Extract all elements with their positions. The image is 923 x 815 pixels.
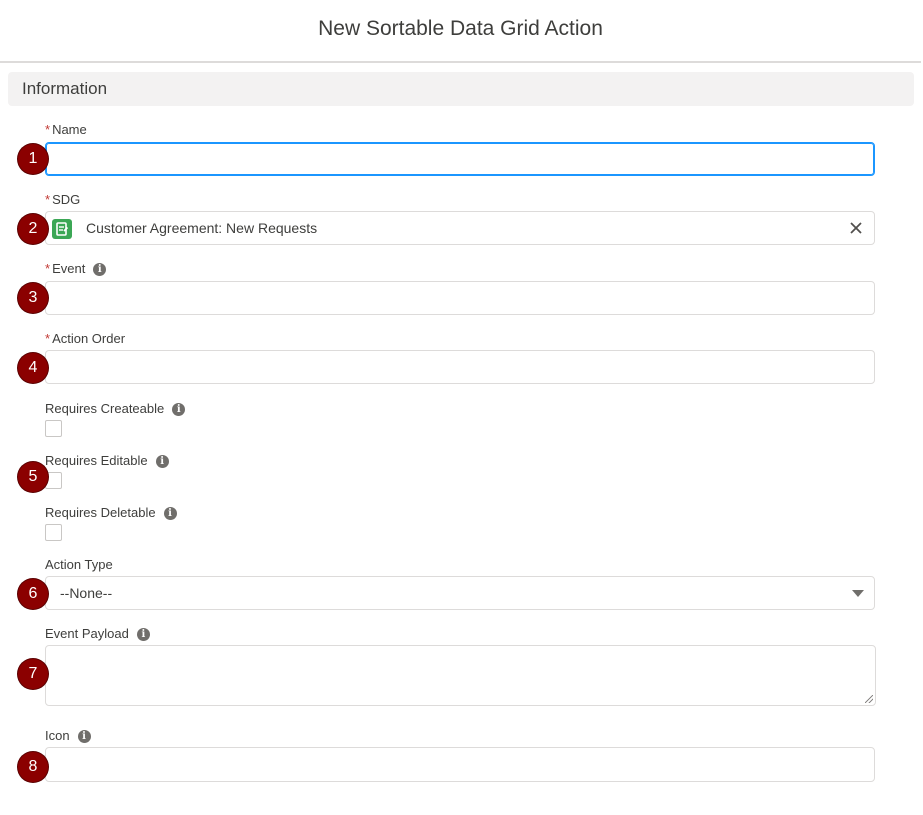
icon-input[interactable] [45,747,875,782]
info-icon[interactable]: i [172,403,186,417]
event-input[interactable] [45,281,875,315]
required-asterisk: * [45,261,51,276]
section-title: Information [22,79,108,98]
action-order-input[interactable] [45,350,875,384]
callout-marker-2: 2 [18,214,48,244]
requires-createable-checkbox[interactable] [45,420,62,437]
close-icon[interactable] [846,218,866,238]
record-icon [52,219,72,239]
info-icon[interactable]: i [155,455,169,469]
chevron-down-icon [852,590,864,597]
modal-title: New Sortable Data Grid Action [318,17,603,40]
action-order-label: * Action Order [45,331,126,346]
name-input[interactable] [45,142,875,176]
sdg-selected-value: Customer Agreement: New Requests [86,220,318,236]
sdg-label: * SDG [45,192,81,207]
requires-editable-label: Requires Editable i [45,453,169,469]
callout-marker-4: 4 [18,353,48,383]
event-payload-textarea[interactable] [45,645,876,706]
info-icon[interactable]: i [163,507,177,521]
requires-createable-label: Requires Createable i [45,401,186,417]
required-asterisk: * [45,122,51,137]
callout-marker-5: 5 [18,462,48,492]
required-asterisk: * [45,192,51,207]
action-type-select[interactable]: --None-- [45,576,875,610]
info-icon[interactable]: i [77,730,91,744]
info-icon[interactable]: i [93,263,107,277]
requires-deletable-label: Requires Deletable i [45,505,177,521]
required-asterisk: * [45,331,51,346]
event-payload-label: Event Payload i [45,626,150,642]
callout-marker-7: 7 [18,659,48,689]
section-header-information[interactable]: Information [8,72,914,106]
callout-marker-1: 1 [18,144,48,174]
requires-deletable-checkbox[interactable] [45,524,62,541]
info-icon[interactable]: i [136,628,150,642]
sdg-lookup-field[interactable]: Customer Agreement: New Requests [45,211,875,245]
icon-label: Icon i [45,728,91,744]
name-label: * Name [45,122,87,137]
callout-marker-8: 8 [18,752,48,782]
action-type-selected-value: --None-- [60,585,113,601]
callout-marker-6: 6 [18,579,48,609]
resize-handle-icon[interactable] [865,695,873,703]
event-label: * Event i [45,261,107,277]
action-type-label: Action Type [45,557,113,572]
callout-marker-3: 3 [18,283,48,313]
modal-header: New Sortable Data Grid Action [0,0,921,63]
